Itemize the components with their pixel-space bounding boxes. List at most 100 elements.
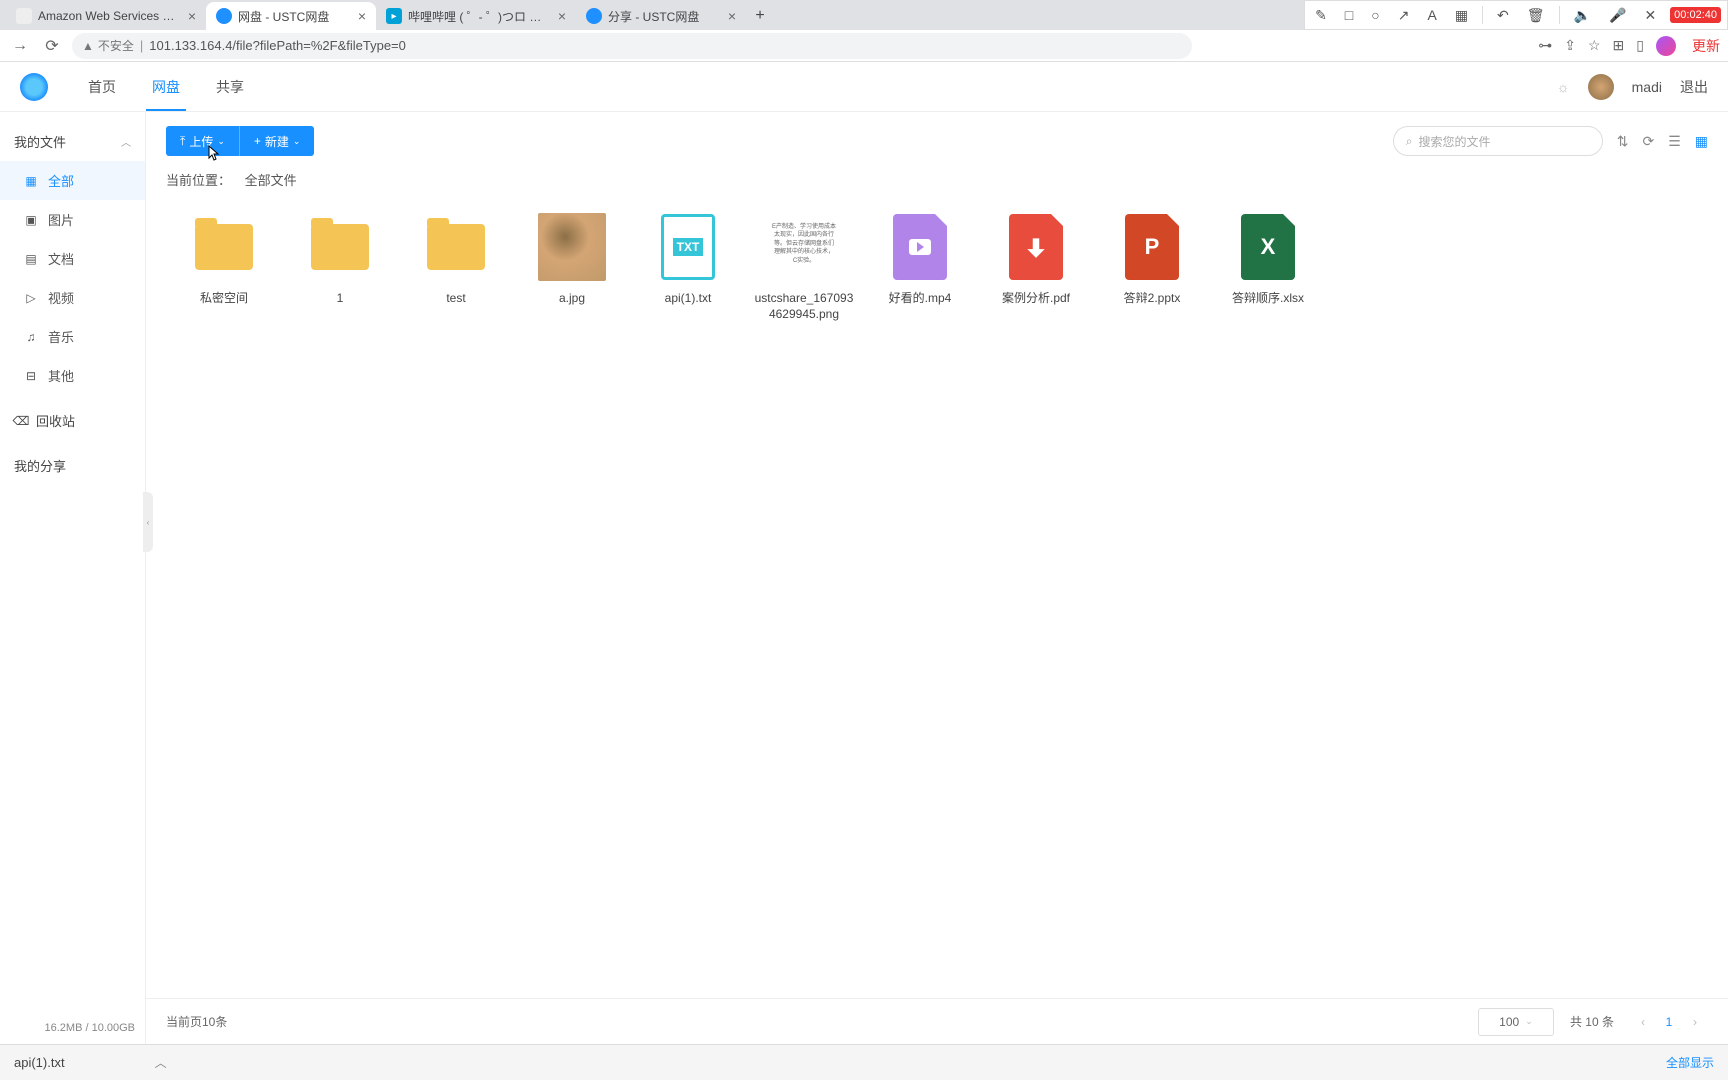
forward-button[interactable]: → [8,34,32,58]
chevron-up-icon: ︿ [121,134,131,149]
file-item-txt[interactable]: TXTapi(1).txt [630,213,746,322]
file-name: ustcshare_1670934629945.png [754,291,854,322]
file-item-folder[interactable]: 1 [282,213,398,322]
app-logo[interactable] [20,73,48,101]
insecure-badge[interactable]: ▲ 不安全 [82,37,134,54]
sidebar-item-label: 全部 [48,171,74,190]
list-view-icon[interactable]: ☰ [1668,133,1681,150]
sidebar-item-all[interactable]: ▦全部 [0,161,145,200]
share-icon[interactable]: ⇪ [1564,37,1576,54]
sidebar-myshare[interactable]: 我的分享 [0,446,145,485]
url-actions: ⊶ ⇪ ☆ ⊞ ▯ 更新 [1538,36,1720,56]
file-grid: 私密空间 1 test a.jpg TXTapi(1).txt E产制造、学习使… [146,203,1728,998]
trash-icon[interactable]: 🗑 [1523,5,1549,26]
file-item-ppt[interactable]: P答辩2.pptx [1094,213,1210,322]
refresh-icon[interactable]: ⟳ [1642,133,1654,150]
new-button[interactable]: + 新建 ⌄ [239,126,315,156]
record-timer[interactable]: 00:02:40 [1670,7,1721,23]
square-icon[interactable]: □ [1341,5,1357,25]
file-name: 私密空间 [200,291,248,307]
text-icon[interactable]: A [1423,5,1440,25]
reload-button[interactable]: ⟳ [40,34,64,58]
file-item-video[interactable]: 好看的.mp4 [862,213,978,322]
folder-icon [190,213,258,281]
browser-tab[interactable]: 分享 - USTC网盘 × [576,2,746,30]
extension-toolbar: ✎ □ ○ ↗ A ▦ ↶ 🗑 🔈 🎤 ✕ 00:02:40 [1304,0,1728,30]
file-name: 好看的.mp4 [889,291,952,307]
sort-icon[interactable]: ⇅ [1617,133,1629,150]
upload-button[interactable]: ⤒ 上传 ⌄ [166,126,239,156]
url-box[interactable]: ▲ 不安全 | 101.133.164.4/file?filePath=%2F&… [72,33,1192,59]
chevron-down-icon: ⌄ [1525,1016,1533,1027]
nav-tab-home[interactable]: 首页 [88,63,116,111]
browser-tab[interactable]: Amazon Web Services Sign-In × [6,2,206,30]
arrow-icon[interactable]: ↗ [1394,5,1414,26]
profile-avatar[interactable] [1656,36,1676,56]
browser-tab[interactable]: 网盘 - USTC网盘 × [206,2,376,30]
new-tab-button[interactable]: + [746,2,774,30]
reader-icon[interactable]: ▯ [1636,37,1644,54]
file-item-png[interactable]: E产制造、学习使用成本太现实，因此国内各行等。但云存储网盘系们理解其中的核心技术… [746,213,862,322]
sidebar-item-other[interactable]: ⊟其他 [0,356,145,395]
txt-icon: TXT [654,213,722,281]
file-item-xls[interactable]: X答辩顺序.xlsx [1210,213,1326,322]
nav-tab-share[interactable]: 共享 [216,63,244,111]
file-name: 案例分析.pdf [1002,291,1070,307]
image-thumbnail [538,213,606,281]
sidebar-collapse-handle[interactable]: ‹ [143,492,153,552]
file-item-folder[interactable]: 私密空间 [166,213,282,322]
extension-icon[interactable]: ⊞ [1613,37,1625,54]
nav-tab-disk[interactable]: 网盘 [152,63,180,111]
download-item[interactable]: api(1).txt ︿ [14,1054,167,1071]
pencil-icon[interactable]: ✎ [1311,5,1331,26]
file-item-image[interactable]: a.jpg [514,213,630,322]
content-area: ⤒ 上传 ⌄ + 新建 ⌄ ⌕ 搜索您的文件 ⇅ ⟳ ☰ ▦ 当前位置： 全部文… [146,112,1728,1044]
page-number[interactable]: 1 [1656,1009,1682,1035]
volume-icon[interactable]: 🔈 [1570,5,1595,26]
close-icon[interactable]: × [558,9,566,23]
doc-icon: ▤ [24,252,38,266]
file-toolbar: ⤒ 上传 ⌄ + 新建 ⌄ ⌕ 搜索您的文件 ⇅ ⟳ ☰ ▦ [146,112,1728,164]
sidebar-section-myfiles[interactable]: 我的文件 ︿ [0,122,145,161]
file-item-folder[interactable]: test [398,213,514,322]
breadcrumb-path[interactable]: 全部文件 [245,173,297,188]
page-next-button[interactable]: › [1682,1009,1708,1035]
username[interactable]: madi [1632,79,1662,95]
undo-icon[interactable]: ↶ [1493,5,1513,26]
search-icon: ⌕ [1406,134,1413,149]
show-all-downloads[interactable]: 全部显示 [1666,1054,1714,1071]
settings-icon[interactable]: ☼ [1557,79,1570,95]
section-label: 回收站 [36,411,75,430]
chevron-up-icon[interactable]: ︿ [155,1054,167,1071]
sidebar-item-video[interactable]: ▷视频 [0,278,145,317]
file-item-pdf[interactable]: 案例分析.pdf [978,213,1094,322]
logout-link[interactable]: 退出 [1680,77,1708,97]
close-icon[interactable]: × [728,9,736,23]
search-input[interactable]: ⌕ 搜索您的文件 [1393,126,1603,156]
breadcrumb-label: 当前位置： [166,173,231,188]
file-name: a.jpg [559,291,585,307]
user-avatar[interactable] [1588,74,1614,100]
update-button[interactable]: 更新 [1692,36,1720,56]
tab-title: 网盘 - USTC网盘 [238,8,352,25]
circle-icon[interactable]: ○ [1367,5,1383,25]
blur-icon[interactable]: ▦ [1451,5,1472,26]
close-icon[interactable]: × [358,9,366,23]
sidebar-item-music[interactable]: ♫音乐 [0,317,145,356]
sidebar-item-image[interactable]: ▣图片 [0,200,145,239]
page-size-select[interactable]: 100⌄ [1478,1008,1554,1036]
sidebar-item-label: 其他 [48,366,74,385]
mic-icon[interactable]: 🎤 [1605,5,1630,26]
browser-tab[interactable]: ▸ 哔哩哔哩 ( ゜- ゜)つロ 干杯~-bili… × [376,2,576,30]
sidebar-recycle[interactable]: ⌫回收站 [0,401,145,440]
close-icon[interactable]: × [188,9,196,23]
star-icon[interactable]: ☆ [1588,37,1601,54]
sidebar-item-doc[interactable]: ▤文档 [0,239,145,278]
key-icon[interactable]: ⊶ [1538,37,1552,54]
grid-view-icon[interactable]: ▦ [1695,133,1708,150]
storage-usage: 16.2MB / 10.00GB [0,1012,145,1044]
close-icon[interactable]: ✕ [1640,5,1660,26]
download-bar: api(1).txt ︿ 全部显示 [0,1044,1728,1080]
favicon [16,8,32,24]
page-prev-button[interactable]: ‹ [1630,1009,1656,1035]
